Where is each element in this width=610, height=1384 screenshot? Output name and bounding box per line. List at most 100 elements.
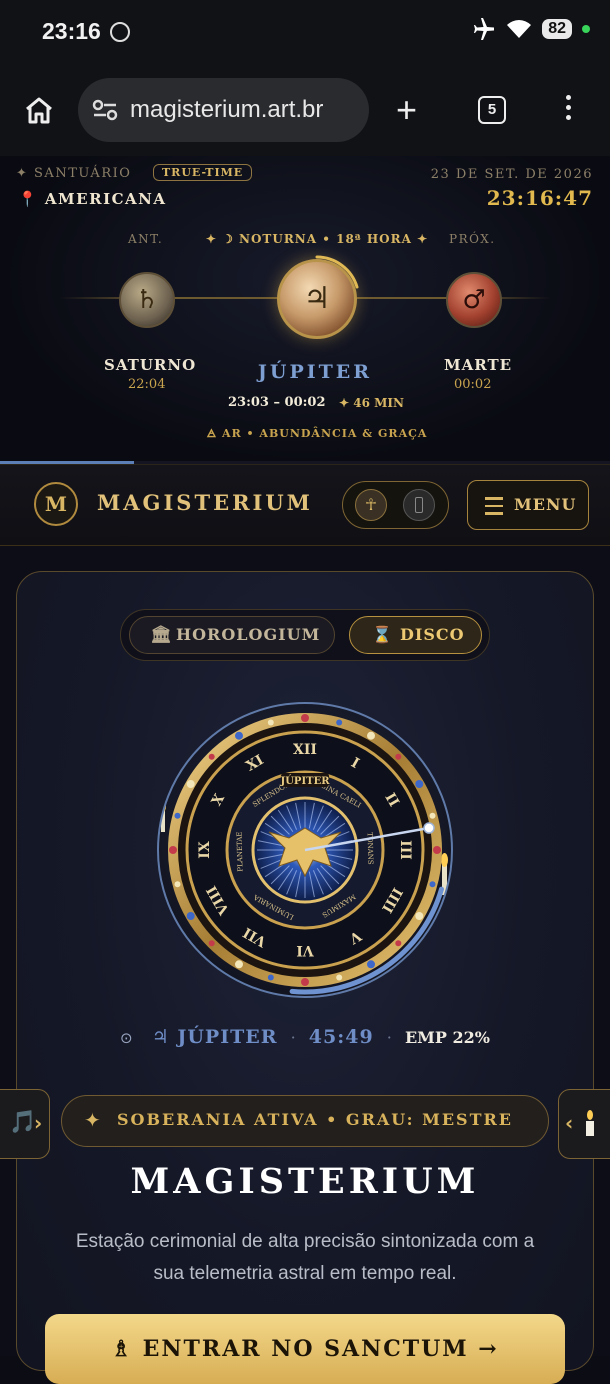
- disc-gem: [301, 714, 309, 722]
- truetime-badge: TRUE-TIME: [153, 164, 253, 181]
- current-hour-range: 23:03 – 00:02: [228, 395, 326, 410]
- more-options-icon[interactable]: [566, 95, 572, 125]
- music-drawer-button[interactable]: 🎵 ›: [0, 1089, 50, 1159]
- readout-time: 45:49: [308, 1026, 374, 1048]
- sovereignty-text: SOBERANIA ATIVA • GRAU: MESTRE: [117, 1110, 513, 1129]
- disc-gem: [415, 912, 424, 920]
- date-label: 23 DE SET. DE 2026: [430, 167, 593, 182]
- city-label: 📍 AMERICANA: [18, 190, 167, 208]
- next-hour-label: PRÓX.: [449, 232, 496, 246]
- astral-disc-art: XIIIIIIIIIIIIVVIVIIVIIIIXXXI REGINA CAEL…: [157, 702, 453, 998]
- chevron-right-icon: ›: [34, 1111, 43, 1135]
- disc-gem: [208, 753, 215, 760]
- star-icon: ✦: [84, 1108, 101, 1132]
- disc-numeral: IX: [197, 841, 213, 859]
- next-planet-time: 00:02: [454, 377, 492, 392]
- disc-readout: ⊙ ♃ JÚPITER · 45:49 · EMP 22%: [120, 1026, 490, 1048]
- hourglass-icon: ⌛: [372, 625, 392, 644]
- element-label: 🜁 AR • ABUNDÂNCIA & GRAÇA: [206, 427, 428, 440]
- disc-gem: [267, 719, 274, 726]
- disc-gem: [301, 978, 309, 986]
- disc-gem: [174, 881, 181, 888]
- disc-numeral: XII: [293, 742, 317, 758]
- enter-sanctum-label: ♗ ENTRAR NO SANCTUM →: [111, 1336, 499, 1362]
- phone-icon[interactable]: [403, 489, 435, 521]
- disc-gem: [169, 846, 177, 854]
- disc-numeral: VI: [296, 942, 314, 958]
- disc-gem: [367, 960, 375, 969]
- mars-orb[interactable]: ♂: [446, 272, 502, 328]
- browser-toolbar: magisterium.art.br + 5: [0, 64, 610, 156]
- disc-gem: [336, 719, 343, 726]
- candle-drawer-button[interactable]: ‹: [558, 1089, 610, 1159]
- music-note-icon: 🎵: [9, 1110, 37, 1135]
- battery-level: 82: [542, 19, 572, 39]
- disc-gem: [433, 846, 441, 854]
- sun-icon: ⊙: [120, 1029, 133, 1047]
- temple-icon: 🏛: [150, 625, 172, 645]
- disc-gem: [336, 974, 343, 981]
- current-planet-name: JÚPITER: [257, 361, 373, 383]
- hero-title: MAGISTERIUM: [130, 1161, 480, 1202]
- pin-icon: 📍: [18, 190, 39, 208]
- readout-emp: EMP 22%: [404, 1028, 490, 1047]
- disc-gem: [186, 912, 195, 920]
- saturn-icon: ♄: [135, 285, 159, 315]
- app-notification-icon: [110, 22, 130, 42]
- tab-disco[interactable]: ⌛ DISCO: [349, 616, 482, 654]
- privacy-indicator-icon: [582, 25, 590, 33]
- home-icon[interactable]: [24, 96, 54, 124]
- status-time: 23:16: [42, 18, 101, 44]
- url-text[interactable]: magisterium.art.br: [130, 96, 323, 124]
- disc-gem: [186, 780, 195, 788]
- logo-emblem[interactable]: M: [34, 482, 78, 526]
- status-bar: 23:16 82: [0, 0, 610, 64]
- disc-banner-text: JÚPITER: [279, 775, 330, 787]
- disc-gem: [208, 940, 215, 947]
- sovereignty-banner: ✦ SOBERANIA ATIVA • GRAU: MESTRE: [61, 1095, 549, 1147]
- disc-gem: [395, 753, 402, 760]
- enter-sanctum-button[interactable]: ♗ ENTRAR NO SANCTUM →: [45, 1314, 565, 1384]
- site-settings-icon[interactable]: [92, 99, 118, 121]
- planetary-hour-panel: ✦ SANTUÁRIO TRUE-TIME 📍 AMERICANA 23 DE …: [0, 156, 610, 465]
- menu-label: MENU: [514, 495, 577, 514]
- hamburger-icon: [485, 497, 503, 520]
- current-hour-progress-arc: [315, 255, 359, 289]
- disc-gem: [395, 940, 402, 947]
- address-bar[interactable]: magisterium.art.br: [78, 78, 369, 142]
- menu-button[interactable]: MENU: [467, 480, 589, 530]
- mars-icon: ♂: [462, 285, 486, 315]
- disc-gem: [429, 881, 436, 888]
- view-switcher: 🏛 HOROLOGIUM ⌛ DISCO: [120, 609, 490, 661]
- hero-description: Estação cerimonial de alta precisão sint…: [75, 1231, 535, 1284]
- live-clock: 23:16:47: [486, 186, 593, 210]
- current-hour-remaining: ✦ 46 MIN: [339, 396, 404, 410]
- page-progress-fill: [0, 461, 135, 464]
- logo-text[interactable]: MAGISTERIUM: [97, 490, 313, 515]
- next-planet-name: MARTE: [444, 356, 513, 374]
- disc-numeral: III: [397, 840, 413, 860]
- airplane-icon: [474, 18, 495, 40]
- tab-horologium[interactable]: 🏛 HOROLOGIUM: [129, 616, 335, 654]
- disc-gem: [429, 812, 436, 819]
- tab-horologium-label: HOROLOGIUM: [176, 625, 321, 644]
- saturn-orb[interactable]: ♄: [119, 272, 175, 328]
- ankh-icon[interactable]: ☥: [355, 489, 387, 521]
- tab-disco-label: DISCO: [400, 625, 465, 644]
- astral-disc[interactable]: XII I II III IIII V VI VII VIII IX X XI REGINA CAEL…: [155, 700, 455, 1000]
- disc-ring-word: PLANETAE: [236, 831, 245, 871]
- disc-gem: [415, 780, 424, 788]
- disc-gem: [235, 731, 243, 740]
- sanctuary-label: ✦ SANTUÁRIO: [16, 166, 132, 181]
- disc-gem: [235, 960, 243, 969]
- disc-gem: [367, 731, 375, 740]
- status-icons: 82: [472, 18, 590, 40]
- chevron-left-icon: ‹: [565, 1111, 574, 1135]
- hour-type-label: ✦ ☽ NOTURNA • 18ª HORA ✦: [205, 232, 429, 246]
- wifi-icon: [507, 20, 532, 38]
- candle-icon: [586, 1110, 594, 1136]
- tab-switcher-button[interactable]: 5: [478, 96, 506, 124]
- new-tab-icon[interactable]: +: [396, 92, 417, 128]
- readout-planet: ♃ JÚPITER: [151, 1026, 278, 1048]
- mode-toggle[interactable]: ☥: [342, 481, 449, 529]
